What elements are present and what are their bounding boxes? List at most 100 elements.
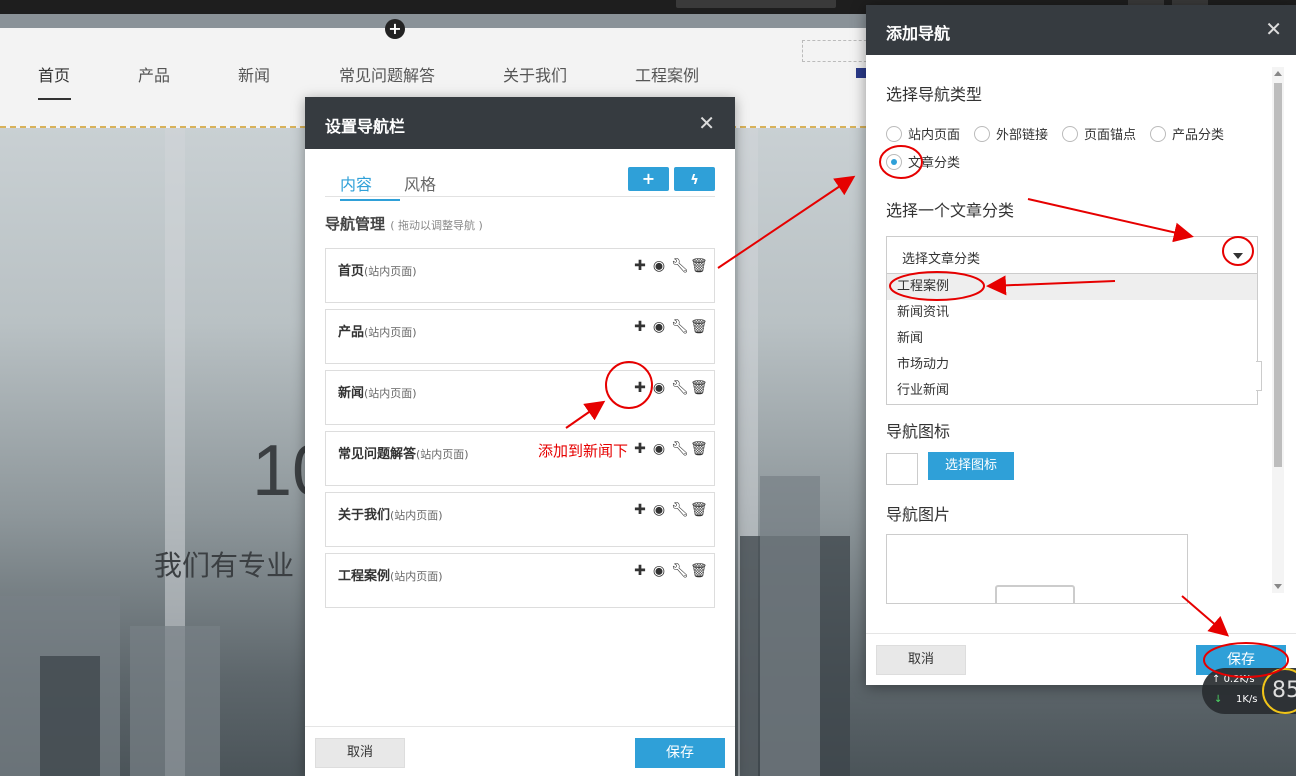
nav-card[interactable]: 关于我们(站内页面) ✚ ◉ 🔧︎ 🗑︎ bbox=[325, 492, 715, 547]
eye-icon[interactable]: ◉ bbox=[652, 380, 666, 396]
radio-page-anchor[interactable]: 页面锚点 bbox=[1062, 124, 1136, 143]
nav-card-name: 新闻 bbox=[338, 386, 365, 401]
nav-item-about[interactable]: 关于我们 bbox=[503, 62, 567, 86]
trash-icon[interactable]: 🗑︎ bbox=[690, 502, 708, 518]
image-upload-area[interactable] bbox=[886, 534, 1188, 604]
eye-icon[interactable]: ◉ bbox=[652, 502, 666, 518]
nav-active-underline bbox=[38, 98, 71, 100]
nav-card-type: (站内页面) bbox=[390, 509, 443, 522]
nav-card-type: (站内页面) bbox=[364, 265, 417, 278]
scroll-up-icon[interactable] bbox=[1274, 71, 1282, 76]
nav-card[interactable]: 产品(站内页面) ✚ ◉ 🔧︎ 🗑︎ bbox=[325, 309, 715, 364]
eye-icon[interactable]: ◉ bbox=[652, 319, 666, 335]
radio-dot bbox=[974, 125, 991, 142]
plus-icon[interactable]: ✚ bbox=[633, 258, 647, 274]
icon-preview[interactable] bbox=[886, 453, 918, 485]
eye-icon[interactable]: ◉ bbox=[652, 563, 666, 579]
nav-image-title: 导航图片 bbox=[886, 505, 951, 524]
plus-icon[interactable]: ✚ bbox=[633, 563, 647, 579]
image-placeholder-icon bbox=[995, 585, 1075, 603]
radio-dot bbox=[1150, 125, 1167, 142]
radio-label: 产品分类 bbox=[1172, 128, 1225, 143]
nav-card-name: 工程案例 bbox=[338, 569, 391, 584]
nav-item-products[interactable]: 产品 bbox=[138, 62, 170, 86]
radio-dot bbox=[1062, 125, 1079, 142]
nav-item-home[interactable]: 首页 bbox=[38, 62, 70, 86]
plus-icon[interactable]: ✚ bbox=[633, 502, 647, 518]
plus-icon: + bbox=[641, 169, 656, 188]
modal-scrollbar[interactable] bbox=[1272, 67, 1284, 593]
add-nav-modal: 添加导航 ✕ 选择导航类型 站内页面 外部链接 页面锚点 产品分类 文章分类 选… bbox=[866, 5, 1296, 685]
radio-article-category[interactable]: 文章分类 bbox=[886, 152, 960, 171]
wrench-icon[interactable]: 🔧︎ bbox=[671, 319, 689, 335]
trash-icon[interactable]: 🗑︎ bbox=[690, 563, 708, 579]
nav-card[interactable]: 常见问题解答(站内页面) ✚ ◉ 🔧︎ 🗑︎ bbox=[325, 431, 715, 486]
plus-icon[interactable]: ✚ bbox=[633, 319, 647, 335]
nav-type-radio-group: 站内页面 外部链接 页面锚点 产品分类 bbox=[886, 124, 1238, 143]
upload-speed-value: 0.2K/s bbox=[1223, 674, 1255, 685]
dropdown-option[interactable]: 新闻资讯 bbox=[887, 300, 1257, 326]
nav-management-title: 导航管理 ( 拖动以调整导航 ) bbox=[325, 213, 483, 234]
hidden-input-edge bbox=[1256, 361, 1262, 391]
nav-item-faq[interactable]: 常见问题解答 bbox=[339, 62, 435, 86]
tab-content[interactable]: 内容 bbox=[340, 171, 400, 201]
save-button[interactable]: 保存 bbox=[635, 738, 725, 768]
scroll-down-icon[interactable] bbox=[1274, 584, 1282, 589]
annotation-hint: 添加到新闻下 bbox=[538, 442, 629, 460]
nav-card-type: (站内页面) bbox=[364, 387, 417, 400]
nav-card-name: 产品 bbox=[338, 325, 365, 340]
cancel-button[interactable]: 取消 bbox=[876, 645, 966, 675]
dropdown-option[interactable]: 市场动力 bbox=[887, 352, 1257, 378]
nav-item-cases[interactable]: 工程案例 bbox=[635, 62, 699, 86]
eye-icon[interactable]: ◉ bbox=[652, 441, 666, 457]
nav-card[interactable]: 首页(站内页面) ✚ ◉ 🔧︎ 🗑︎ bbox=[325, 248, 715, 303]
radio-internal-page[interactable]: 站内页面 bbox=[886, 124, 960, 143]
article-category-select[interactable]: 选择文章分类 bbox=[886, 236, 1258, 274]
plus-icon[interactable]: ✚ bbox=[633, 380, 647, 396]
trash-icon[interactable]: 🗑︎ bbox=[690, 380, 708, 396]
modal-footer: 取消 保存 bbox=[305, 726, 735, 776]
add-nav-button[interactable]: + bbox=[628, 167, 669, 191]
top-bar-segment bbox=[676, 0, 836, 8]
dropdown-option[interactable]: 行业新闻 bbox=[887, 378, 1257, 404]
download-speed: 1K/s bbox=[1236, 694, 1258, 705]
add-section-icon[interactable]: + bbox=[385, 19, 405, 39]
trash-icon[interactable]: 🗑︎ bbox=[690, 441, 708, 457]
category-dropdown: 工程案例 新闻资讯 新闻 市场动力 行业新闻 bbox=[886, 273, 1258, 405]
wrench-icon[interactable]: 🔧︎ bbox=[671, 563, 689, 579]
cancel-button[interactable]: 取消 bbox=[315, 738, 405, 768]
radio-dot-checked bbox=[886, 153, 902, 170]
close-icon[interactable]: ✕ bbox=[1265, 17, 1282, 41]
plus-icon[interactable]: ✚ bbox=[633, 441, 647, 457]
scrollbar-thumb[interactable] bbox=[1274, 83, 1282, 467]
close-icon[interactable]: ✕ bbox=[698, 111, 715, 135]
choose-icon-button[interactable]: 选择图标 bbox=[928, 452, 1014, 480]
modal-title: 设置导航栏 bbox=[325, 117, 406, 136]
trash-icon[interactable]: 🗑︎ bbox=[690, 319, 708, 335]
radio-product-category[interactable]: 产品分类 bbox=[1150, 124, 1224, 143]
category-title: 选择一个文章分类 bbox=[886, 201, 1015, 220]
hero-subheading: 我们有专业 bbox=[154, 549, 295, 582]
tab-style[interactable]: 风格 bbox=[404, 171, 436, 195]
placeholder-slot[interactable] bbox=[802, 40, 872, 62]
radio-label: 页面锚点 bbox=[1084, 128, 1137, 143]
chevron-down-icon[interactable] bbox=[1233, 253, 1243, 259]
lightning-icon: ϟ bbox=[690, 173, 699, 188]
nav-item-news[interactable]: 新闻 bbox=[238, 62, 270, 86]
eye-icon[interactable]: ◉ bbox=[652, 258, 666, 274]
quick-action-button[interactable]: ϟ bbox=[674, 167, 715, 191]
radio-external-link[interactable]: 外部链接 bbox=[974, 124, 1048, 143]
dropdown-option[interactable]: 新闻 bbox=[887, 326, 1257, 352]
wrench-icon[interactable]: 🔧︎ bbox=[671, 258, 689, 274]
trash-icon[interactable]: 🗑︎ bbox=[690, 258, 708, 274]
wrench-icon[interactable]: 🔧︎ bbox=[671, 441, 689, 457]
dropdown-option[interactable]: 工程案例 bbox=[887, 274, 1257, 300]
wrench-icon[interactable]: 🔧︎ bbox=[671, 502, 689, 518]
radio-label: 文章分类 bbox=[908, 156, 961, 171]
nav-card[interactable]: 工程案例(站内页面) ✚ ◉ 🔧︎ 🗑︎ bbox=[325, 553, 715, 608]
radio-dot bbox=[886, 125, 902, 142]
wrench-icon[interactable]: 🔧︎ bbox=[671, 380, 689, 396]
language-flag-icon[interactable] bbox=[856, 68, 866, 78]
nav-card[interactable]: 新闻(站内页面) ✚ ◉ 🔧︎ 🗑︎ bbox=[325, 370, 715, 425]
download-arrow-icon: ↓ bbox=[1214, 694, 1223, 705]
